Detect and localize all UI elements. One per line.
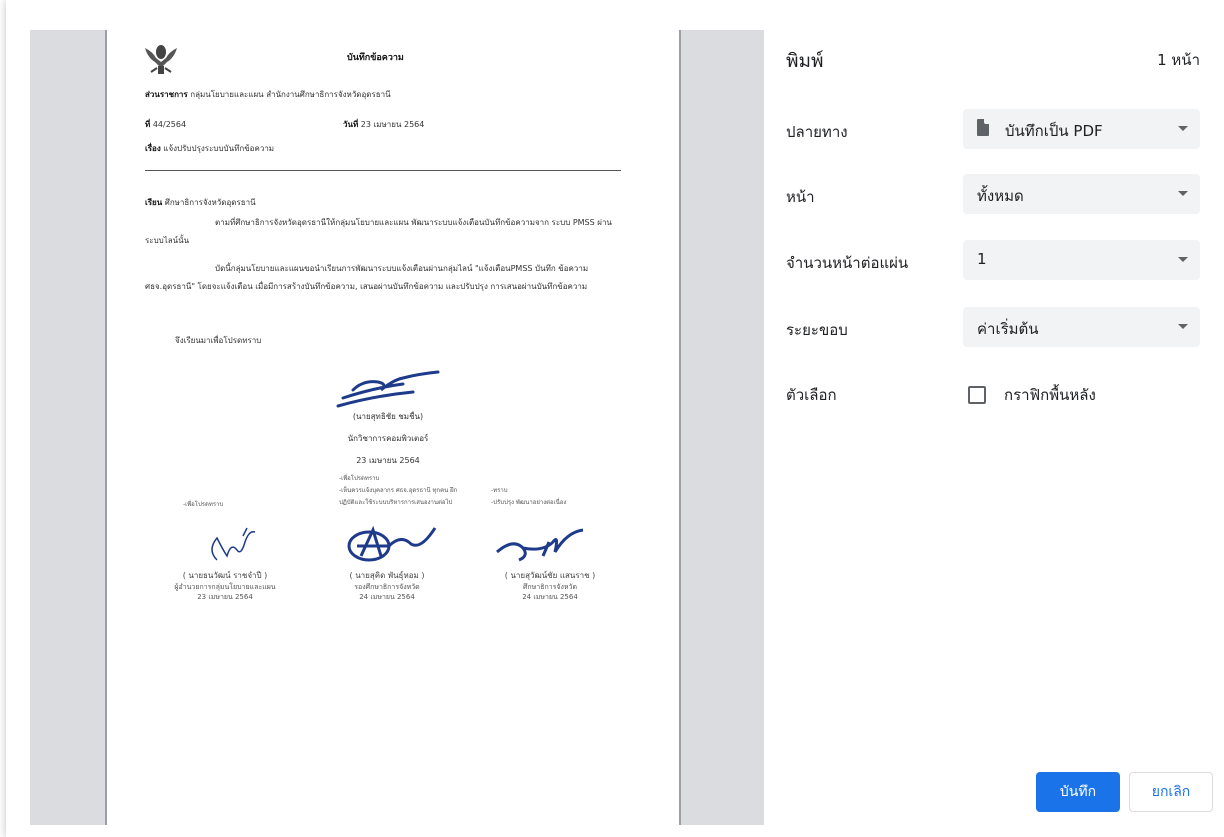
sig1-title: ผู้อำนวยการกลุ่มนโยบายและแผน (174, 583, 276, 591)
sig1-date: 23 เมษายน 2564 (197, 593, 253, 601)
number-label: ที่ (145, 120, 151, 129)
signature-block-left: ( นายธนวัฒน์ ราชจำปี ) ผู้อำนวยการกลุ่มน… (165, 570, 285, 602)
chevron-down-icon (1178, 126, 1188, 131)
sig1-name: ( นายธนวัฒน์ ราชจำปี ) (182, 571, 268, 580)
chevron-down-icon (1178, 324, 1188, 329)
pages-per-sheet-label: จำนวนหน้าต่อแผ่น (786, 254, 909, 272)
destination-value: บันทึกเป็น PDF (1005, 122, 1103, 140)
signature-block-right: ( นายสุวัฒน์ชัย แสนราช ) ศึกษาธิการจังหว… (485, 570, 615, 602)
doc-heading: บันทึกข้อความ (347, 53, 404, 63)
margins-select[interactable]: ค่าเริ่มต้น (963, 307, 1200, 347)
margins-value: ค่าเริ่มต้น (977, 320, 1039, 338)
date-value: 23 เมษายน 2564 (360, 120, 425, 129)
subject-value: แจ้งปรับปรุงระบบบันทึกข้อความ (163, 144, 275, 153)
doc-number: ที่ 44/2564 (145, 118, 186, 131)
note-right-1: -ทราบ (491, 487, 508, 494)
subject-label: เรื่อง (145, 144, 161, 153)
doc-paragraph-1: ตามที่ศึกษาธิการจังหวัดอุดรธานีให้กลุ่มน… (145, 218, 612, 245)
sig2-name: ( นายสุคิด พันธุ์หอม ) (349, 571, 425, 580)
doc-paragraph-2: บัดนี้กลุ่มนโยบายและแผนขอนำเรียนการพัฒนา… (145, 264, 589, 291)
pages-value: ทั้งหมด (977, 187, 1024, 205)
doc-date: วันที่ 23 เมษายน 2564 (343, 118, 424, 131)
signer-title: นักวิชาการคอมพิวเตอร์ (347, 434, 429, 443)
agency-value: กลุ่มนโยบายและแผน สำนักงานศึกษาธิการจังห… (190, 90, 391, 99)
sig3-date: 24 เมษายน 2564 (522, 593, 578, 601)
number-value: 44/2564 (152, 120, 187, 129)
doc-to: เรียน ศึกษาธิการจังหวัดอุดรธานี (145, 196, 256, 209)
sig2-title: รองศึกษาธิการจังหวัด (354, 583, 420, 591)
doc-agency: ส่วนราชการ กลุ่มนโยบายและแผน สำนักงานศึก… (145, 88, 391, 101)
pages-label: หน้า (786, 188, 815, 206)
doc-closing: จึงเรียนมาเพื่อโปรดทราบ (175, 336, 262, 345)
garuda-emblem-icon (145, 45, 177, 74)
doc-subject: เรื่อง แจ้งปรับปรุงระบบบันทึกข้อความ (145, 142, 274, 155)
sig3-name: ( นายสุวัฒน์ชัย แสนราช ) (504, 571, 596, 580)
save-button[interactable]: บันทึก (1036, 772, 1120, 812)
note-mid-2: -เห็นควรแจ้งบุคลากร ศธจ.อุดรธานี ทุกคน ฝ… (339, 487, 458, 494)
preview-page: บันทึกข้อความ ส่วนราชการ กลุ่มนโยบายและแ… (105, 30, 681, 825)
print-dialog: บันทึกข้อความ ส่วนราชการ กลุ่มนโยบายและแ… (6, 0, 1224, 837)
signature-left (211, 527, 256, 561)
cancel-button[interactable]: ยกเลิก (1129, 772, 1213, 812)
date-label: วันที่ (343, 120, 359, 129)
to-label: เรียน (145, 198, 163, 207)
note-mid-3: ปฏิบัติและใช้ระบบบริหารการเสนองานต่อไป (339, 499, 453, 506)
chevron-down-icon (1178, 257, 1188, 262)
signature-middle (347, 525, 437, 562)
signature-main (336, 370, 440, 408)
options-label: ตัวเลือก (786, 386, 837, 404)
signer-date: 23 เมษายน 2564 (356, 456, 420, 465)
signature-right (496, 528, 584, 562)
destination-select[interactable]: บันทึกเป็น PDF (963, 109, 1200, 149)
chevron-down-icon (1178, 191, 1188, 196)
sig3-title: ศึกษาธิการจังหวัด (522, 583, 578, 591)
dialog-title: พิมพ์ (786, 50, 824, 72)
doc-divider (145, 170, 621, 171)
pages-per-sheet-value: 1 (977, 250, 987, 268)
margins-label: ระยะขอบ (786, 321, 848, 339)
file-icon (977, 119, 989, 136)
background-graphics-checkbox[interactable] (968, 386, 986, 404)
destination-label: ปลายทาง (786, 123, 848, 141)
print-settings-panel: พิมพ์ 1 หน้า ปลายทาง บันทึกเป็น PDF หน้า… (766, 0, 1224, 837)
background-graphics-label[interactable]: กราฟิกพื้นหลัง (1004, 383, 1096, 407)
to-value: ศึกษาธิการจังหวัดอุดรธานี (164, 198, 256, 207)
agency-label: ส่วนราชการ (145, 90, 188, 99)
signer-name: (นายสุทธิชัย ชมชื่น) (352, 412, 424, 421)
print-preview: บันทึกข้อความ ส่วนราชการ กลุ่มนโยบายและแ… (30, 30, 764, 825)
note-left: -เพื่อโปรดทราบ (183, 501, 224, 508)
pages-select[interactable]: ทั้งหมด (963, 174, 1200, 214)
note-mid-1: -เพื่อโปรดทราบ (339, 475, 380, 482)
signature-block-middle: ( นายสุคิด พันธุ์หอม ) รองศึกษาธิการจังห… (327, 570, 447, 602)
sig2-date: 24 เมษายน 2564 (359, 593, 415, 601)
note-right-2: -ปรับปรุง พัฒนาอย่างต่อเนื่อง (491, 499, 567, 506)
pages-per-sheet-select[interactable]: 1 (963, 240, 1200, 280)
page-count: 1 หน้า (1157, 51, 1200, 69)
